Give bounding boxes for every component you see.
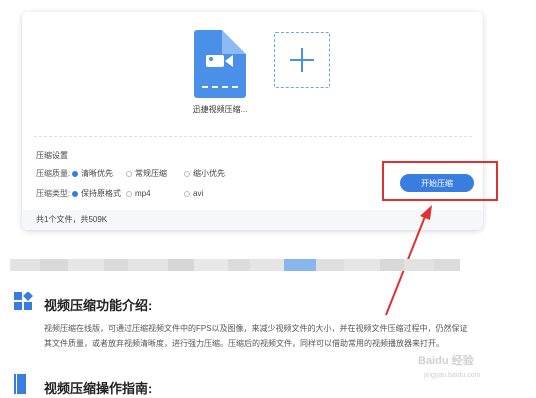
- watermark-url: jingyan.baidu.com: [424, 372, 481, 379]
- section-title-guide: 视频压缩操作指南:: [44, 381, 153, 396]
- feature-grid-icon: [14, 292, 33, 310]
- watermark-logo: Baidu 经验: [418, 355, 474, 367]
- section-intro-text: 视频压缩在线版，可通过压缩视频文件中的FPS以及图像，来减少视频文件的大小，并在…: [44, 324, 468, 348]
- section-title-intro: 视频压缩功能介绍:: [44, 298, 153, 313]
- blurred-divider: [10, 259, 460, 271]
- book-icon: [14, 374, 26, 394]
